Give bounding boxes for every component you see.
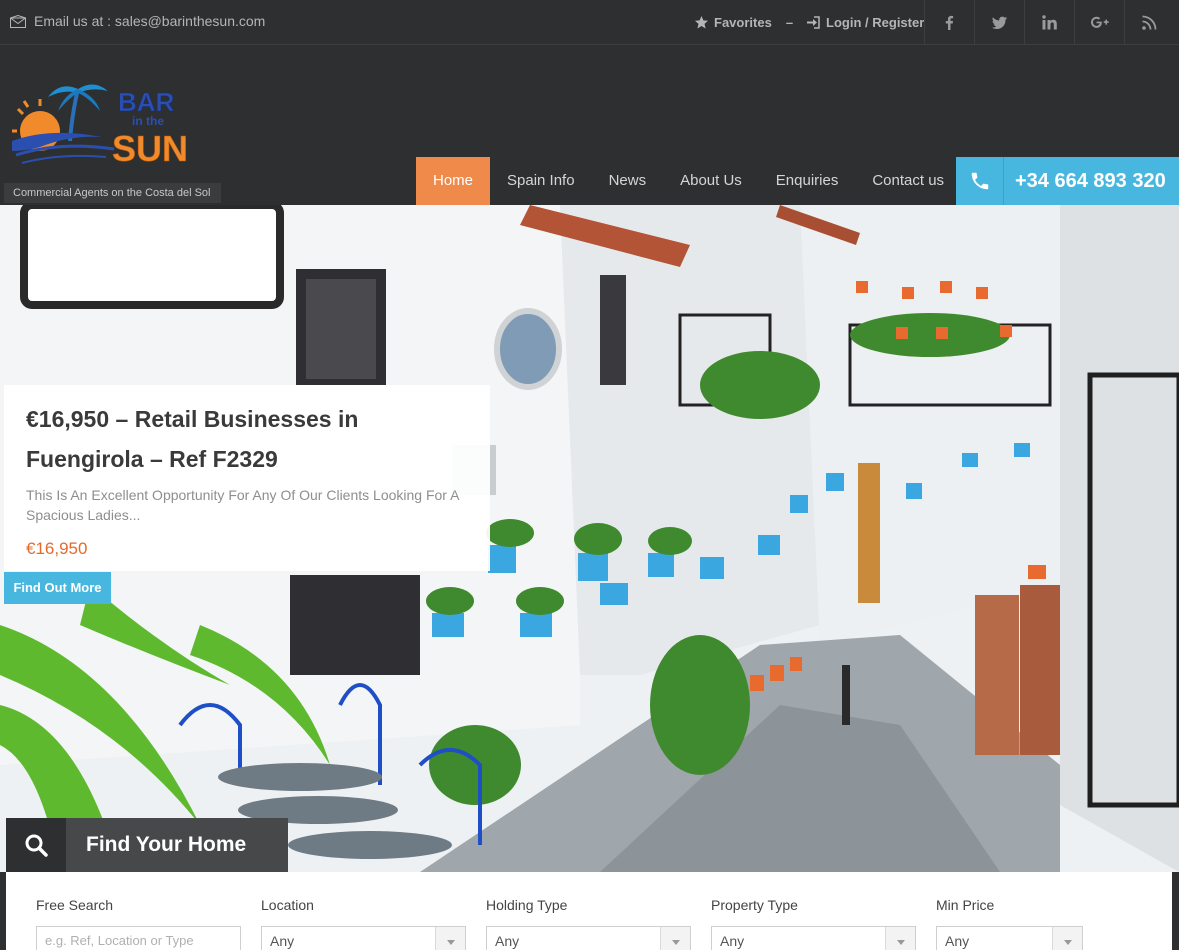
social-links: [924, 0, 1174, 45]
top-bar: Email us at : sales@barinthesun.com Favo…: [0, 0, 1179, 45]
facebook-icon[interactable]: [924, 0, 974, 45]
nav-enquiries[interactable]: Enquiries: [759, 157, 856, 205]
listing-title[interactable]: €16,950 – Retail Businesses in Fuengirol…: [26, 399, 468, 479]
favorites-link[interactable]: Favorites: [714, 15, 772, 30]
logo-word-sun: SUN: [112, 128, 188, 169]
star-icon: [695, 16, 708, 29]
nav-about-us[interactable]: About Us: [663, 157, 759, 205]
property-type-value: Any: [720, 933, 745, 949]
nav-contact-us[interactable]: Contact us: [855, 157, 961, 205]
featured-listing-card[interactable]: €16,950 – Retail Businesses in Fuengirol…: [4, 385, 490, 571]
separator: –: [785, 15, 794, 30]
min-price-value: Any: [945, 933, 970, 949]
location-field: Location Any: [261, 897, 466, 950]
property-search-form: Free Search e.g. Ref, Location or Type L…: [6, 872, 1172, 950]
location-select[interactable]: Any: [261, 926, 466, 950]
min-price-select[interactable]: Any: [936, 926, 1083, 950]
bar-in-the-sun-logo[interactable]: BAR in the SUN: [10, 79, 195, 169]
free-search-input[interactable]: e.g. Ref, Location or Type: [36, 926, 241, 950]
nav-spain-info[interactable]: Spain Info: [490, 157, 592, 205]
chevron-down-icon: [660, 927, 690, 950]
free-search-field: Free Search e.g. Ref, Location or Type: [36, 897, 241, 950]
min-price-label: Min Price: [936, 897, 995, 913]
min-price-field: Min Price Any: [936, 897, 1083, 950]
user-links: Favorites – Login / Register: [695, 15, 924, 30]
search-tab: Find Your Home: [6, 818, 288, 872]
twitter-icon[interactable]: [974, 0, 1024, 45]
free-search-label: Free Search: [36, 897, 114, 913]
nav-home[interactable]: Home: [416, 157, 491, 205]
nav-news[interactable]: News: [592, 157, 664, 205]
search-icon: [6, 818, 66, 872]
find-out-more-button[interactable]: Find Out More: [4, 572, 111, 604]
holding-type-field: Holding Type Any: [486, 897, 691, 950]
phone-button[interactable]: +34 664 893 320: [956, 157, 1179, 205]
property-type-select[interactable]: Any: [711, 926, 916, 950]
property-type-label: Property Type: [711, 897, 798, 913]
rss-icon[interactable]: [1124, 0, 1174, 45]
login-register-link[interactable]: Login / Register: [826, 15, 924, 30]
holding-type-value: Any: [495, 933, 520, 949]
email-link[interactable]: Email us at : sales@barinthesun.com: [10, 13, 265, 29]
holding-type-select[interactable]: Any: [486, 926, 691, 950]
linkedin-icon[interactable]: [1024, 0, 1074, 45]
logo-word-in-the: in the: [132, 114, 164, 128]
envelope-icon: [10, 14, 26, 28]
phone-icon: [956, 157, 1004, 205]
hero-slider: €16,950 – Retail Businesses in Fuengirol…: [0, 205, 1179, 872]
site-header: BAR in the SUN Commercial Agents on the …: [0, 46, 1179, 205]
tagline: Commercial Agents on the Costa del Sol: [4, 183, 221, 203]
chevron-down-icon: [885, 927, 915, 950]
main-nav: Home Spain Info News About Us Enquiries …: [416, 157, 961, 205]
property-type-field: Property Type Any: [711, 897, 916, 950]
listing-description: This Is An Excellent Opportunity For Any…: [26, 487, 459, 523]
listing-price: €16,950: [26, 539, 88, 558]
search-title: Find Your Home: [66, 818, 288, 872]
phone-number: +34 664 893 320: [1015, 169, 1166, 192]
google-plus-icon[interactable]: [1074, 0, 1124, 45]
location-value: Any: [270, 933, 295, 949]
holding-type-label: Holding Type: [486, 897, 568, 913]
location-label: Location: [261, 897, 314, 913]
sign-in-icon: [807, 16, 820, 29]
chevron-down-icon: [1052, 927, 1082, 950]
email-text: Email us at : sales@barinthesun.com: [34, 13, 266, 29]
logo-word-bar: BAR: [118, 87, 175, 117]
chevron-down-icon: [435, 927, 465, 950]
